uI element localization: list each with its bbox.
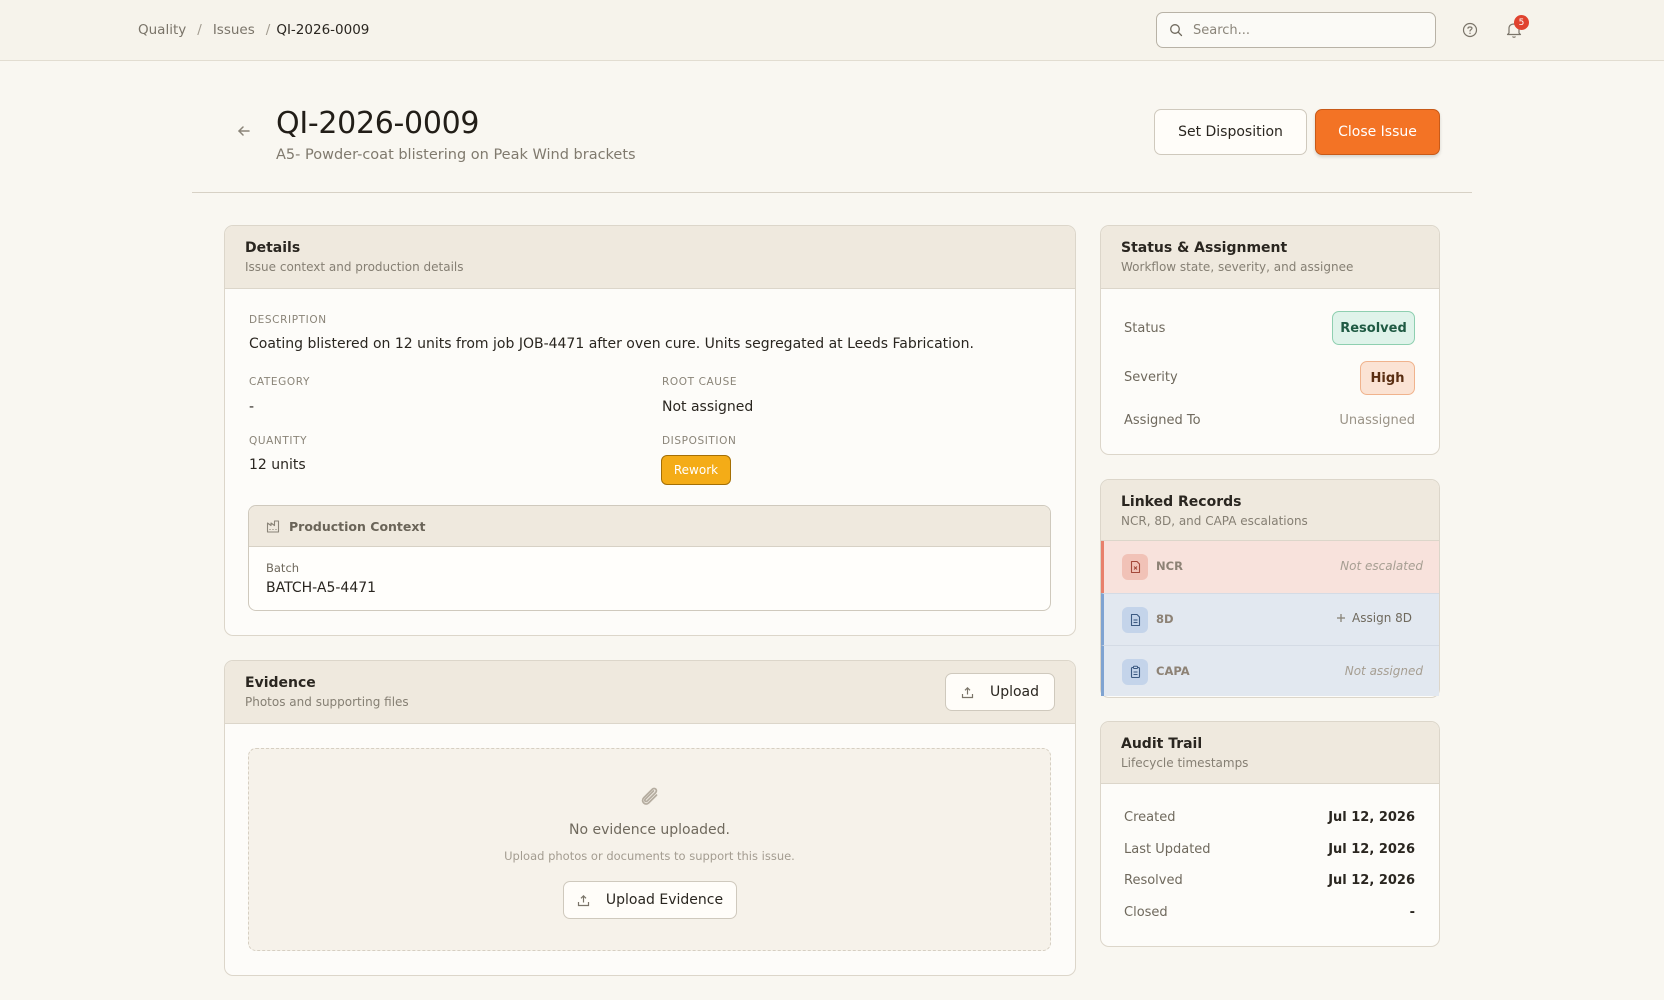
batch-value: BATCH-A5-4471 [266, 580, 377, 596]
ncr-label: NCR [1156, 559, 1183, 573]
search-placeholder: Search... [1193, 22, 1251, 38]
top-bar: Quality / Issues / QI-2026-0009 Search..… [0, 0, 1664, 61]
upload-button[interactable]: Upload [945, 673, 1055, 711]
resolved-label: Resolved [1124, 873, 1183, 888]
breadcrumb: Quality / Issues / QI-2026-0009 [138, 22, 369, 38]
evidence-subtitle: Photos and supporting files [245, 695, 409, 709]
category-value: - [249, 399, 255, 415]
set-disposition-button[interactable]: Set Disposition [1154, 109, 1307, 155]
close-issue-button[interactable]: Close Issue [1315, 109, 1440, 155]
status-badge[interactable]: Resolved [1332, 311, 1415, 345]
evidence-empty-title: No evidence uploaded. [568, 822, 731, 838]
upload-evidence-label: Upload Evidence [605, 892, 724, 908]
details-header: Details Issue context and production det… [225, 226, 1075, 289]
batch-label: Batch [266, 561, 300, 575]
details-title: Details [245, 240, 301, 256]
upload-button-label: Upload [989, 684, 1040, 700]
linked-record-ncr[interactable]: NCR Not escalated [1101, 541, 1439, 593]
details-subtitle: Issue context and production details [245, 260, 464, 274]
disposition-badge: Rework [661, 455, 731, 485]
upload-icon [961, 686, 974, 699]
8d-label: 8D [1156, 612, 1174, 626]
evidence-title: Evidence [245, 675, 316, 691]
severity-badge[interactable]: High [1360, 361, 1415, 395]
status-assignment-title: Status & Assignment [1121, 240, 1288, 256]
assigned-to-label: Assigned To [1124, 413, 1201, 428]
upload-evidence-button[interactable]: Upload Evidence [563, 881, 737, 919]
paperclip-icon [635, 782, 663, 810]
description-label: DESCRIPTION [249, 314, 327, 326]
description-value: Coating blistered on 12 units from job J… [249, 336, 974, 352]
audit-trail-header: Audit Trail Lifecycle timestamps [1101, 722, 1439, 784]
search-icon [1169, 23, 1183, 37]
quantity-label: QUANTITY [249, 435, 308, 447]
search-input[interactable]: Search... [1156, 12, 1436, 48]
notification-badge: 5 [1514, 15, 1529, 30]
evidence-empty-hint: Upload photos or documents to support th… [504, 849, 795, 863]
linked-records-subtitle: NCR, 8D, and CAPA escalations [1121, 514, 1308, 528]
assign-8d-button[interactable]: Assign 8D [1336, 611, 1412, 625]
plus-icon [1336, 613, 1346, 623]
closed-label: Closed [1124, 905, 1168, 920]
status-assignment-subtitle: Workflow state, severity, and assignee [1121, 260, 1354, 274]
capa-label: CAPA [1156, 664, 1190, 678]
header-divider [192, 192, 1472, 193]
breadcrumb-separator: / [197, 22, 202, 38]
production-context-panel: Production Context Batch BATCH-A5-4471 [248, 505, 1051, 611]
last-updated-value: Jul 12, 2026 [1328, 842, 1415, 857]
ncr-state: Not escalated [1340, 559, 1423, 573]
root-cause-value: Not assigned [662, 399, 754, 415]
file-text-icon [1122, 607, 1148, 633]
help-icon[interactable] [1461, 21, 1479, 39]
file-x-icon [1122, 554, 1148, 580]
linked-record-8d[interactable]: 8D Assign 8D [1101, 593, 1439, 645]
breadcrumb-separator: / [265, 22, 271, 38]
production-context-header: Production Context [249, 506, 1050, 547]
created-value: Jul 12, 2026 [1328, 810, 1415, 825]
assign-8d-label: Assign 8D [1352, 611, 1412, 625]
status-assignment-header: Status & Assignment Workflow state, seve… [1101, 226, 1439, 289]
last-updated-label: Last Updated [1124, 842, 1211, 857]
audit-trail-title: Audit Trail [1121, 736, 1203, 752]
status-label: Status [1124, 321, 1166, 336]
clipboard-icon [1122, 659, 1148, 685]
quantity-value: 12 units [249, 457, 306, 473]
resolved-value: Jul 12, 2026 [1328, 873, 1415, 888]
breadcrumb-current: QI-2026-0009 [276, 22, 370, 38]
factory-icon [266, 519, 281, 533]
breadcrumb-issues[interactable]: Issues [213, 22, 255, 38]
assigned-to-value[interactable]: Unassigned [1300, 413, 1415, 428]
disposition-label: DISPOSITION [662, 435, 737, 447]
audit-trail-subtitle: Lifecycle timestamps [1121, 756, 1249, 770]
created-label: Created [1124, 810, 1176, 825]
linked-record-capa[interactable]: CAPA Not assigned [1101, 645, 1439, 696]
upload-icon [577, 894, 590, 907]
linked-records-header: Linked Records NCR, 8D, and CAPA escalat… [1101, 480, 1439, 541]
breadcrumb-quality[interactable]: Quality [138, 22, 186, 38]
category-label: CATEGORY [249, 376, 310, 388]
severity-label: Severity [1124, 370, 1178, 385]
page-subtitle: A5- Powder-coat blistering on Peak Wind … [276, 147, 636, 163]
page-title: QI-2026-0009 [276, 106, 480, 141]
evidence-header: Evidence Photos and supporting files Upl… [225, 661, 1075, 724]
linked-records-title: Linked Records [1121, 494, 1242, 510]
root-cause-label: ROOT CAUSE [662, 376, 738, 388]
capa-state: Not assigned [1344, 664, 1423, 678]
closed-value: - [1409, 905, 1415, 920]
production-context-title: Production Context [289, 518, 426, 534]
arrow-left-icon[interactable] [236, 123, 252, 139]
